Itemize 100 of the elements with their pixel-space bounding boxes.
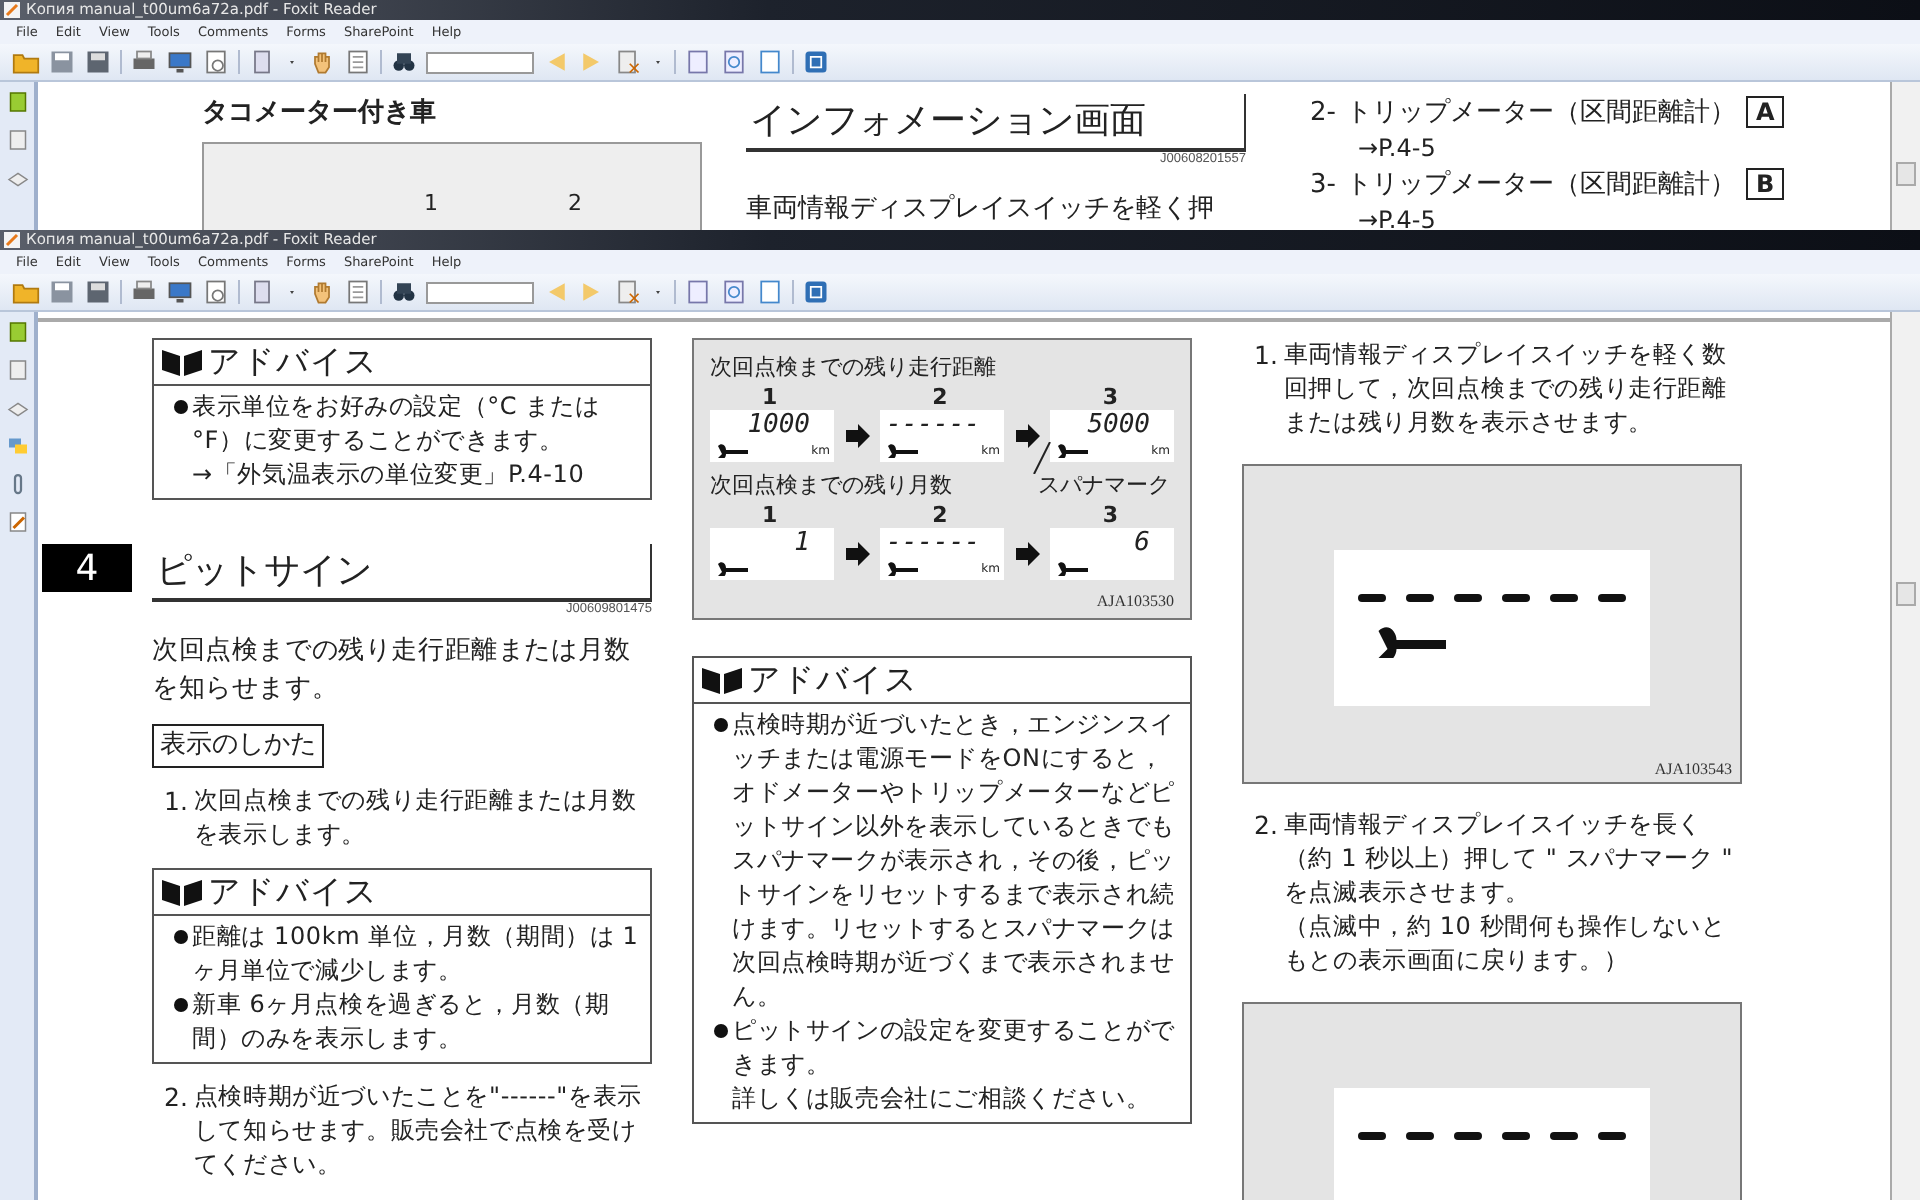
book-icon [700,664,744,696]
page-icon[interactable] [756,48,784,76]
document-icon[interactable] [614,278,642,306]
page-icon[interactable] [720,48,748,76]
step-number: 2. [164,1080,188,1116]
page-icon[interactable] [344,278,372,306]
bullet-text: 点検時期が近づいたとき，エンジンスイッチまたは電源モードをONにすると，オドメーターやトリップメーターなどピットサイン以外を表示しているときでもスパナマークが表示され，その後，ピットサインをリセットするまで表示され続けます。リセットするとスパナマークは次回点検時期が近づくまで表示されません。 [732,708,1177,1014]
page-reference: →P.4-5 [1356,206,1438,230]
bullet-icon [174,998,188,1012]
document-icon[interactable] [5,358,29,382]
document-icon[interactable] [5,128,29,152]
bullet-icon [174,930,188,944]
bullet-text: 新車 6ヶ月点検を過ぎると，月数（期間）のみを表示します。 [192,988,612,1056]
figure-code: AJA103530 [1094,592,1174,610]
book-icon [160,876,204,908]
floppy-icon[interactable] [84,278,112,306]
figure-code: AJA103543 [1654,760,1732,778]
section-label: 表示のしかた [152,724,324,768]
page-icon[interactable] [720,278,748,306]
search-field[interactable] [426,281,534,303]
wrench-icon [716,442,748,458]
scrollbar-thumb[interactable] [1896,582,1916,606]
book-icon [160,346,204,378]
display-value: 5000 [1087,410,1150,440]
step-text: 点検時期が近づいたことを"------"を表示して知らせます。販売会社で点検を受けてください。 [193,1080,644,1182]
bullet-text: 表示単位をお好みの設定（°C または °F）に変更することができます。 [192,390,602,458]
bullet-text: ピットサインの設定を変更することができます。 [732,1014,1177,1082]
callout-label: スパナマーク [1038,470,1170,502]
page-icon[interactable] [344,48,372,76]
document-icon[interactable] [202,278,230,306]
note-text: （点滅中，約 10 秒間何も操作しないともとの表示画面に戻ります。） [1283,910,1728,978]
item-text: トリップメーター（区間距離計） [1345,96,1736,130]
folder-icon[interactable] [12,48,40,76]
item-number: 3- [1310,169,1336,199]
step-number: 1. [164,784,188,820]
bullet-icon [174,400,188,414]
floppy-icon[interactable] [84,48,112,76]
figure-label: 1 [424,190,438,216]
app-icon[interactable] [802,278,830,306]
display-number: 2 [932,502,948,528]
display-number: 3 [1102,384,1118,410]
monitor-icon[interactable] [166,278,194,306]
display-number: 1 [762,384,778,410]
step-number: 2. [1254,808,1278,844]
page-icon[interactable] [5,320,29,344]
floppy-icon[interactable] [48,48,76,76]
leader-line [1030,442,1054,474]
hand-icon[interactable] [308,48,336,76]
app-icon[interactable] [802,48,830,76]
note-text: 詳しくは販売会社にご相談ください。 [732,1082,1153,1116]
wrench-icon [1056,442,1088,458]
heading-text: インフォメーション画面 [750,98,1146,146]
wrench-icon [886,560,918,576]
arrow-icon [845,424,869,448]
key-label: B [1745,168,1785,200]
page-icon[interactable] [684,278,712,306]
clipboard-icon[interactable] [248,278,276,306]
figure-label: 2 [568,190,582,216]
step-number: 1. [1254,338,1278,374]
scrollbar[interactable] [1890,82,1920,230]
search-field[interactable] [426,51,534,73]
document-icon[interactable] [614,48,642,76]
advice-title: アドバイス [208,872,378,912]
display-value: 6 [1134,528,1150,558]
arrow-icon [1015,542,1039,566]
display-value: ------ [886,528,980,558]
binoculars-icon[interactable] [390,278,418,306]
comment-icon[interactable] [5,434,29,458]
scrollbar[interactable] [1890,312,1920,1200]
page-reference: →P.4-5 [1356,134,1438,162]
page-icon[interactable] [756,278,784,306]
wrench-icon [1374,622,1446,658]
wrench-icon [1056,560,1088,576]
bullet-icon [714,718,728,732]
display-value: 1 [794,528,810,558]
display-number: 1 [762,502,778,528]
page-icon[interactable] [684,48,712,76]
folder-icon[interactable] [12,278,40,306]
display-value: 1000 [747,410,810,440]
scrollbar-thumb[interactable] [1896,162,1916,186]
note-text: →「外気温表示の単位変更」P.4-10 [192,458,587,492]
monitor-icon[interactable] [166,48,194,76]
advice-title: アドバイス [208,342,378,382]
bullet-icon [714,1024,728,1038]
pencil-icon[interactable] [5,510,29,534]
binoculars-icon[interactable] [390,48,418,76]
item-number: 2- [1310,97,1336,127]
page-icon[interactable] [5,90,29,114]
hand-icon[interactable] [308,278,336,306]
item-text: トリップメーター（区間距離計） [1345,168,1736,202]
display-value: ------ [886,410,980,440]
document-icon[interactable] [202,48,230,76]
figure-caption: 次回点検までの残り月数 [710,470,952,502]
display-number: 3 [1102,502,1118,528]
key-label: A [1745,96,1785,128]
bullet-text: 距離は 100km 単位，月数（期間）は 1ヶ月単位で減少します。 [192,920,641,988]
clipboard-icon[interactable] [248,48,276,76]
arrow-icon [1015,424,1039,448]
paragraph: 次回点検までの残り走行距離または月数を知らせます。 [152,634,633,708]
floppy-icon[interactable] [48,278,76,306]
